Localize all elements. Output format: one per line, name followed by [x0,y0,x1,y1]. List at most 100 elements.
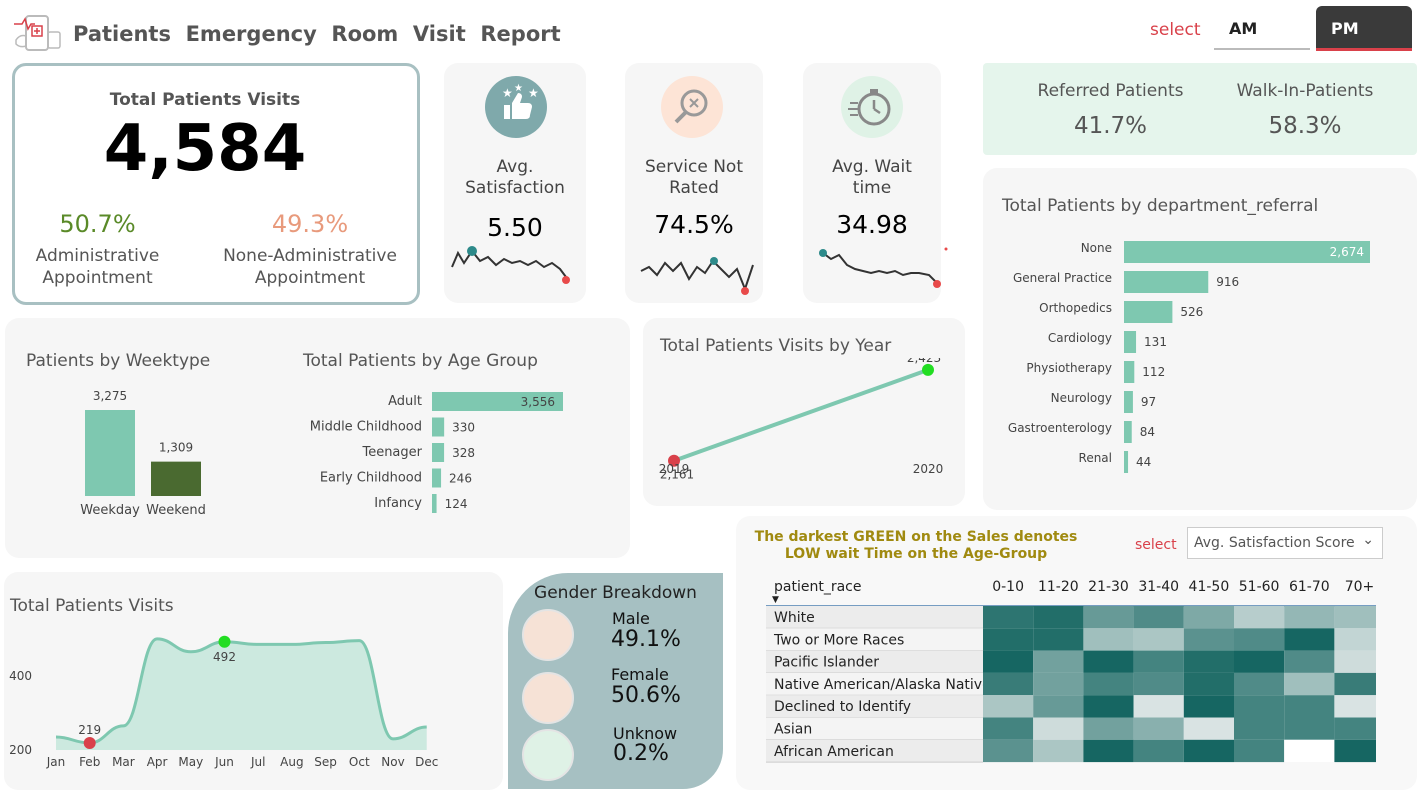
heatmap-cell [1284,606,1335,629]
heatmap-note-1: The darkest GREEN on the Sales denotes [754,529,1078,545]
heatmap-cell [1334,628,1376,651]
heatmap-cell [983,650,1034,673]
svg-text:★: ★ [502,86,513,100]
heatmap-cell [1234,717,1285,740]
year-axis-label: 2020 [913,462,944,476]
dept-category-label: Cardiology [1048,331,1112,345]
heatmap-column-label: 31-40 [1138,579,1179,595]
measure-dropdown[interactable]: Avg. Satisfaction Score ⌄ [1187,527,1383,559]
month-axis-label: Jan [46,755,66,769]
month-ytick-label: 200 [9,743,32,757]
heatmap-cell [1334,606,1376,629]
svg-text:★: ★ [528,86,539,100]
dept-category-label: Orthopedics [1039,301,1112,315]
dept-category-label: General Practice [1013,271,1112,285]
heatmap-cell [1234,606,1285,629]
magnifier-x-icon [661,76,723,138]
heatmap-cell [1133,650,1184,673]
heatmap-cell [1334,672,1376,696]
age-category-label: Middle Childhood [310,420,422,435]
pm-button[interactable]: PM [1316,6,1412,51]
heatmap-column-label: 11-20 [1038,579,1079,595]
sort-arrow-icon: ▼ [772,595,779,605]
dept-value-label: 2,674 [1330,245,1364,259]
gender-female-avatar-icon [522,672,574,724]
month-min-point [83,736,96,749]
svg-text:★: ★ [514,83,523,94]
heatmap-cell [1083,628,1134,651]
gender-title: Gender Breakdown [534,583,697,603]
heatmap-cell [1033,717,1084,740]
month-axis-label: Mar [112,755,135,769]
kpi-not-rated-label-2: Rated [669,178,719,198]
kpi-wait-time-card: Avg. Wait time 34.98 [803,63,948,303]
kpi-satisfaction-label-1: Avg. [496,157,534,177]
heatmap-cell [1083,672,1134,696]
app-logo [12,12,64,54]
total-visits-card: Total Patients Visits 4,584 50.7% Admini… [12,63,420,305]
heatmap-cell [1033,650,1084,673]
weektype-title: Patients by Weektype [26,351,211,371]
dept-category-label: Physiotherapy [1026,361,1112,375]
heatmap-row-label: Pacific Islander [774,655,879,671]
month-area [56,638,427,750]
dept-referral-chart: None 2,674 General Practice 916 Orthopedics 5… [1008,241,1370,473]
heatmap-cell [1234,695,1285,718]
heatmap-cell [1334,717,1376,740]
dept-value-label: 526 [1180,305,1203,319]
kpi-satisfaction-label-2: Satisfaction [465,178,565,198]
heatmap-row-header: patient_race [774,579,861,595]
dept-bar [1124,421,1132,443]
nonadmin-pct: 49.3% [271,210,349,238]
heatmap-row-label: White [774,610,815,626]
dept-bar [1124,391,1133,413]
heatmap-column-label: 21-30 [1088,579,1129,595]
admin-label-1: Administrative [35,246,160,266]
heatmap-cell [1133,628,1184,651]
gender-unknown-avatar-icon [522,729,574,781]
heatmap-cell [983,695,1034,718]
month-axis-label: May [178,755,203,769]
kpi-not-rated-value: 74.5% [654,210,734,239]
heatmap-row-label: Asian [774,722,812,738]
heatmap-cell [1183,739,1234,763]
month-axis-label: Oct [349,755,370,769]
heatmap-cell [1033,695,1084,718]
visits-by-year-card: Total Patients Visits by Year 2019 2,161 2… [643,318,965,506]
month-axis-label: Apr [147,755,168,769]
am-button[interactable]: AM [1214,6,1310,50]
weektype-age-card: Patients by Weektype 3,275 Weekday 1,309 We… [5,318,630,558]
referred-value: 41.7% [1073,113,1148,139]
dept-referral-card: Total Patients by department_referral No… [983,168,1417,510]
dept-value-label: 97 [1141,395,1156,409]
heatmap-cell [983,628,1034,651]
heatmap-cell [1083,717,1134,740]
heatmap-cell [1083,695,1134,718]
hospital-phone-logo-icon [14,15,61,51]
heatmap-cell [1334,739,1376,763]
race-heatmap-card: The darkest GREEN on the Sales denotes L… [736,516,1417,790]
measure-dropdown-value: Avg. Satisfaction Score [1194,535,1355,551]
stopwatch-icon [841,76,903,138]
month-axis-label: Nov [381,755,404,769]
heatmap-select-label: select [1135,537,1177,553]
month-max-point [218,635,231,648]
kpi-wait-time-label-1: Avg. Wait [832,157,912,177]
kpi-satisfaction-value: 5.50 [487,213,543,242]
am-button-label: AM [1229,19,1258,38]
kpi-satisfaction-card: ★ ★ ★ Avg. Satisfaction 5.50 [444,63,586,303]
dept-bar [1124,451,1129,473]
weektype-bar [151,461,201,496]
heatmap-row-label: African American [774,744,894,760]
kpi-not-rated-label-1: Service Not [644,157,743,177]
heatmap-row-label: Two or More Races [773,632,904,648]
dept-bar [1124,271,1209,293]
heatmap-cell [1133,739,1184,763]
heatmap-cell [1083,606,1134,629]
dept-value-label: 44 [1136,455,1151,469]
heatmap-cell [1284,739,1335,763]
dept-category-label: Neurology [1051,391,1112,405]
age-value-label: 246 [449,472,472,486]
pm-button-label: PM [1331,19,1359,38]
year-value-label: 2,423 [907,358,941,365]
